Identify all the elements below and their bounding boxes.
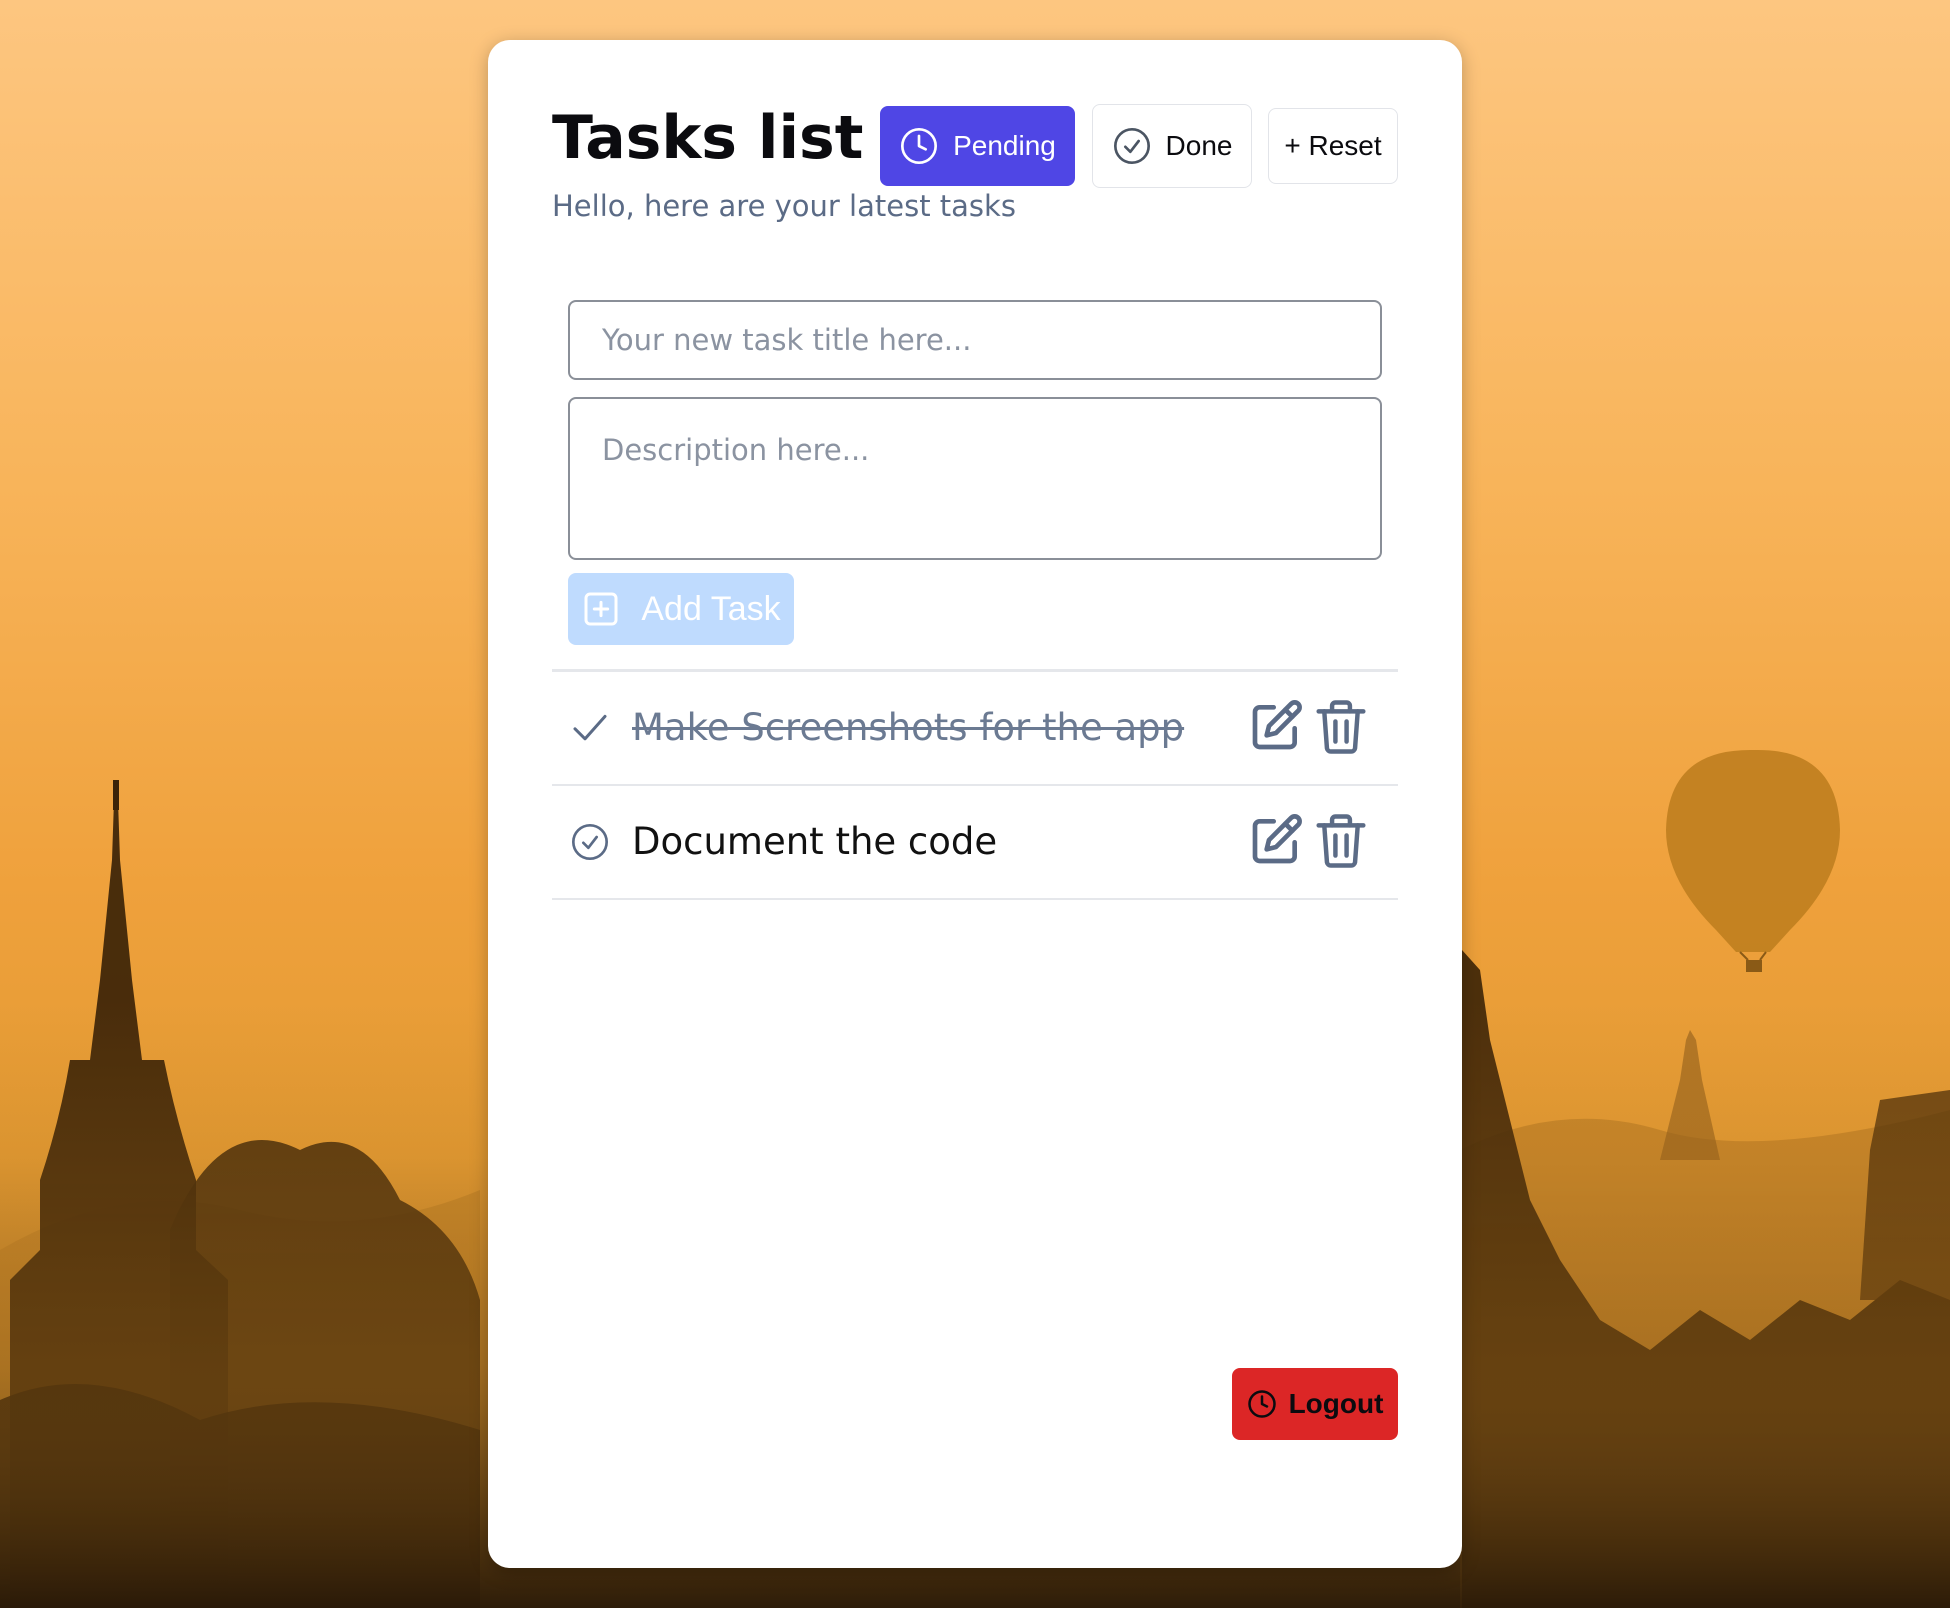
add-task-button[interactable]: Add Task — [568, 573, 794, 645]
filter-pending-button[interactable]: Pending — [880, 106, 1075, 186]
check-circle-icon — [1113, 128, 1150, 164]
tasks-card: Tasks list Hello, here are your latest t… — [488, 40, 1462, 1568]
trash-icon[interactable] — [1314, 698, 1368, 756]
reset-label: + Reset — [1284, 130, 1382, 161]
task-description-input[interactable] — [568, 397, 1382, 560]
list-divider — [552, 898, 1398, 900]
task-title-input[interactable] — [568, 300, 1382, 380]
add-task-label: Add Task — [641, 589, 781, 628]
logout-button[interactable]: Logout — [1232, 1368, 1398, 1440]
filter-done-button[interactable]: Done — [1092, 104, 1252, 188]
page-title: Tasks list — [552, 103, 864, 173]
edit-icon[interactable] — [1248, 698, 1304, 754]
plus-square-icon — [584, 592, 618, 626]
task-title: Make Screenshots for the app — [632, 706, 1185, 749]
filter-pending-label: Pending — [953, 130, 1056, 161]
clock-icon — [901, 128, 938, 164]
task-row: Make Screenshots for the app — [552, 672, 1398, 784]
check-icon[interactable] — [570, 708, 610, 748]
task-row: Document the code — [552, 786, 1398, 898]
reset-button[interactable]: + Reset — [1268, 108, 1398, 184]
trash-icon[interactable] — [1314, 812, 1368, 870]
page-subtitle: Hello, here are your latest tasks — [552, 189, 1016, 223]
clock-icon — [1247, 1390, 1276, 1418]
filter-done-label: Done — [1165, 130, 1233, 161]
task-title: Document the code — [632, 820, 998, 863]
logout-label: Logout — [1288, 1388, 1384, 1419]
edit-icon[interactable] — [1248, 812, 1304, 868]
check-circle-icon[interactable] — [570, 822, 610, 862]
